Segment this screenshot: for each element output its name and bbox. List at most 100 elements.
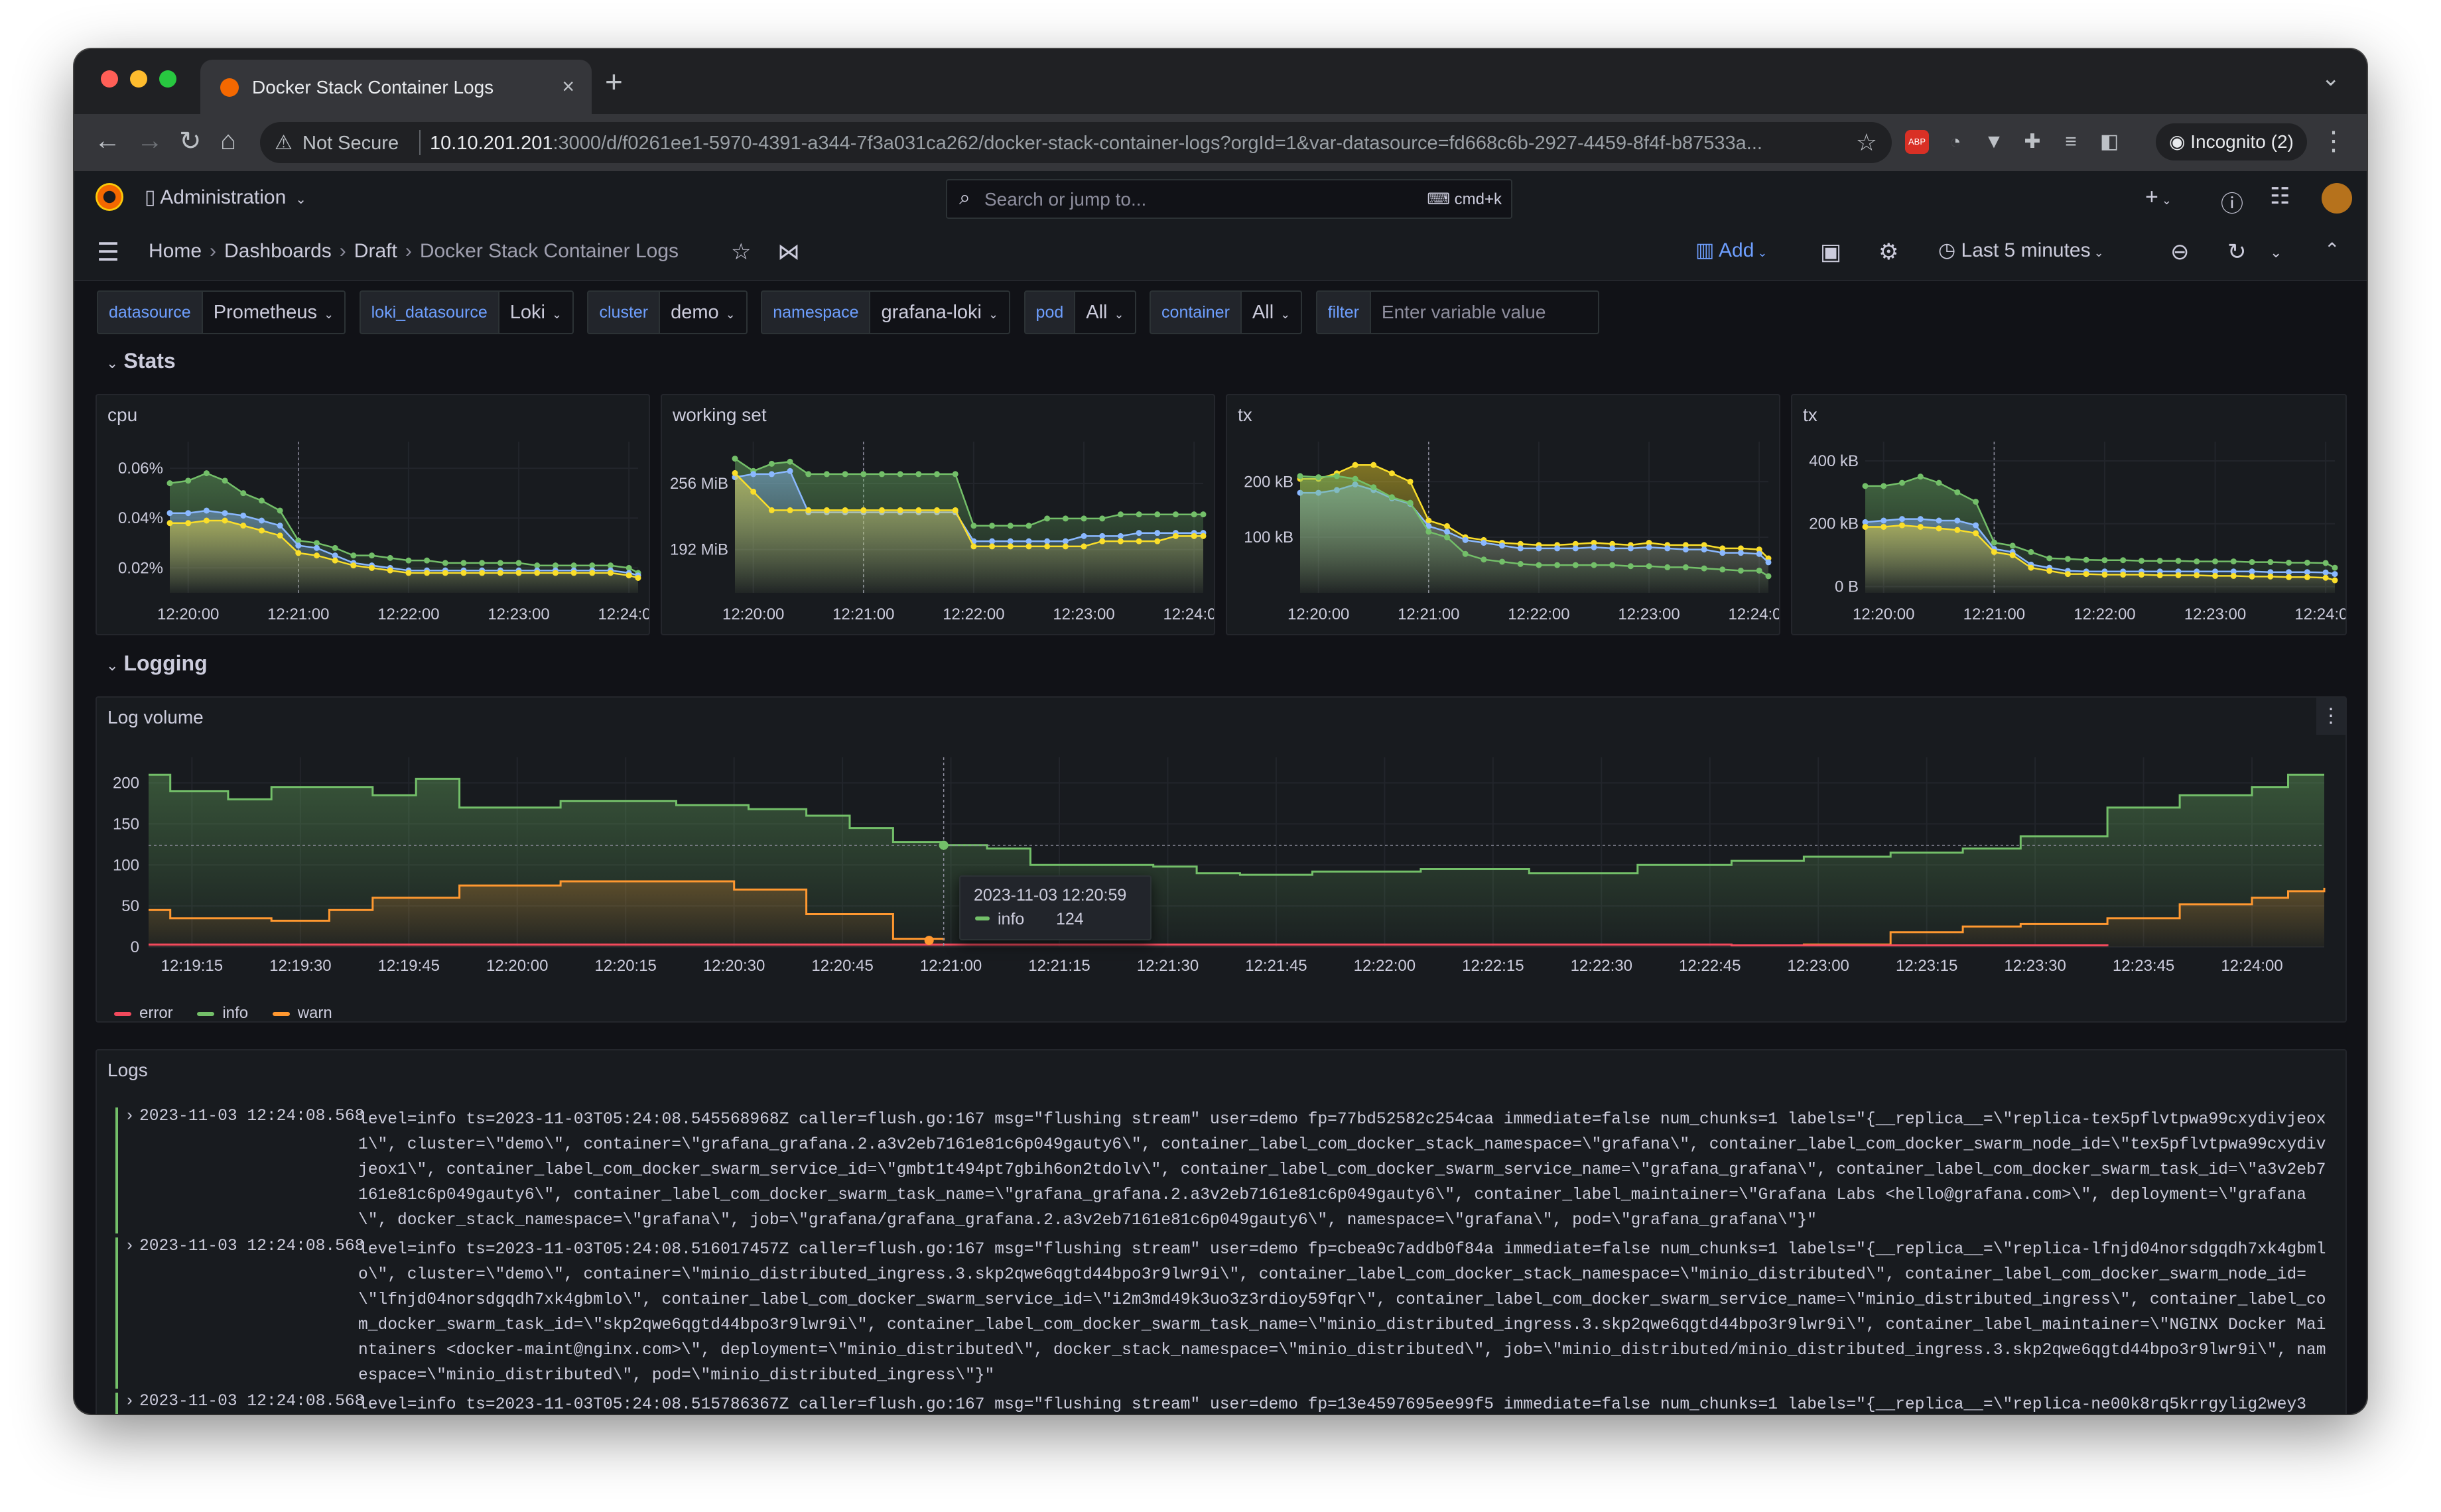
user-avatar[interactable] — [2322, 183, 2352, 214]
collapse-chevron-up-icon[interactable]: ⌃ — [2324, 239, 2340, 261]
add-button[interactable]: ▥ Add ⌄ — [1695, 239, 1768, 262]
share-icon[interactable]: ⋈ — [777, 239, 800, 265]
settings-gear-icon[interactable]: ⚙ — [1879, 239, 1898, 265]
variable-select[interactable]: demo ⌄ — [660, 290, 748, 334]
panel-menu-icon[interactable]: ⋮ — [2316, 698, 2345, 735]
log-volume-panel[interactable]: 12:19:15 12:19:30 12:19:45 12:20:00 12:20:15… — [96, 696, 2347, 1023]
star-dashboard-icon[interactable]: ☆ — [731, 239, 751, 265]
log-row[interactable]: › 2023-11-03 12:24:08.568 level=info ts=20… — [115, 1393, 2327, 1414]
variable-select[interactable]: grafana-loki ⌄ — [870, 290, 1011, 334]
side-panel-icon[interactable]: ◧ — [2097, 130, 2121, 154]
filter-input[interactable]: Enter variable value — [1370, 290, 1599, 334]
data-point — [2101, 572, 2108, 578]
tx-panel[interactable]: tx 100 kB 200 kB 12:20:00 12:21:00 12:22:00 12… — [1226, 394, 1780, 635]
data-point — [1191, 511, 1197, 518]
minimize-window-button[interactable] — [130, 70, 147, 88]
data-point — [2267, 559, 2274, 566]
incognito-profile-button[interactable]: ◉ Incognito (2) — [2156, 123, 2307, 160]
chart-svg: 192 MiB 256 MiB 12:20:00 12:21:00 12:22:00 12… — [670, 442, 1214, 623]
tx-panel-2[interactable]: tx 0 B 200 kB 400 kB 12:20:00 12:21:00 12:22:0… — [1791, 394, 2347, 635]
x-tick-label: 12:20:00 — [1853, 605, 1914, 623]
address-divider — [419, 130, 421, 155]
variable-label: datasource — [97, 290, 203, 334]
menu-icon[interactable]: ☰ — [97, 237, 119, 267]
back-icon[interactable]: ← — [94, 126, 121, 156]
data-point — [1627, 545, 1634, 552]
data-point — [203, 470, 210, 477]
data-point — [1154, 511, 1161, 518]
legend-item-warn[interactable]: warn — [272, 1004, 332, 1023]
data-point — [515, 560, 522, 566]
y-tick-label: 100 — [113, 856, 139, 874]
breadcrumb-home[interactable]: Home — [149, 240, 202, 262]
extensions-puzzle-icon[interactable]: ✚ — [2020, 130, 2044, 154]
home-icon[interactable]: ⌂ — [220, 126, 236, 156]
data-point — [1425, 529, 1432, 535]
refresh-interval-chevron-icon[interactable]: ⌄ — [2270, 244, 2282, 261]
chevron-right-icon[interactable]: › — [125, 1107, 135, 1125]
row-logging[interactable]: ⌄ Logging — [106, 651, 208, 676]
tab-search-icon[interactable]: ⌄ — [2322, 65, 2341, 92]
close-window-button[interactable] — [101, 70, 118, 88]
data-point — [1682, 564, 1689, 570]
data-point — [1682, 546, 1689, 553]
warning-icon[interactable]: ⚠ — [275, 131, 293, 155]
spy-extension-icon[interactable]: ◔ — [1944, 130, 1967, 154]
tab-close-icon[interactable]: × — [562, 74, 574, 99]
admin-menu[interactable]: ▯ Administration ⌄ — [145, 186, 306, 209]
x-tick-label: 12:20:30 — [703, 957, 765, 975]
variable-value: Loki — [509, 302, 545, 323]
variable-select[interactable]: Prometheus ⌄ — [202, 290, 346, 334]
reading-list-icon[interactable]: ≡ — [2059, 130, 2083, 154]
adblock-extension-icon[interactable]: ABP — [1905, 130, 1929, 154]
working-set-panel[interactable]: working set 192 MiB 256 MiB 12:20:00 12:21:0… — [661, 394, 1215, 635]
grafana-favicon-icon — [220, 78, 239, 97]
refresh-icon[interactable]: ↻ — [2227, 239, 2247, 265]
browser-tab[interactable]: Docker Stack Container Logs × — [200, 60, 592, 114]
breadcrumb-draft[interactable]: Draft — [354, 240, 397, 262]
maximize-window-button[interactable] — [159, 70, 176, 88]
url-text[interactable]: 10.10.201.201:3000/d/f0261ee1-5970-4391-… — [430, 133, 1843, 155]
chevron-right-icon[interactable]: › — [125, 1237, 135, 1255]
time-picker-button[interactable]: ◷ Last 5 minutes ⌄ — [1938, 239, 2104, 262]
data-point — [313, 552, 320, 559]
help-icon[interactable]: ⓘ — [2221, 186, 2243, 218]
browser-menu-icon[interactable]: ⋮ — [2320, 126, 2347, 157]
legend-item-error[interactable]: error — [114, 1004, 173, 1023]
variable-select[interactable]: All ⌄ — [1075, 290, 1136, 334]
new-tab-button[interactable]: + — [605, 64, 623, 99]
bookmark-star-icon[interactable]: ☆ — [1856, 129, 1877, 157]
reload-icon[interactable]: ↻ — [179, 126, 202, 157]
zoom-out-icon[interactable]: ⊖ — [2170, 239, 2190, 265]
vue-extension-icon[interactable]: ▼ — [1982, 130, 2006, 154]
data-point — [2009, 552, 2016, 558]
data-point — [1044, 538, 1051, 544]
x-tick-label: 12:24:00 — [598, 605, 649, 623]
chevron-right-icon[interactable]: › — [125, 1393, 135, 1411]
data-point — [768, 460, 775, 467]
search-input[interactable]: ⌕ Search or jump to... ⌨ cmd+k — [946, 179, 1512, 219]
log-row[interactable]: › 2023-11-03 12:24:08.568 level=info ts=20… — [115, 1107, 2327, 1233]
legend-item-info[interactable]: info — [197, 1004, 248, 1023]
breadcrumb-dashboards[interactable]: Dashboards — [224, 240, 332, 262]
variable-select[interactable]: Loki ⌄ — [499, 290, 574, 334]
new-plus-icon[interactable]: + ⌄ — [2145, 184, 2172, 210]
news-feed-icon[interactable]: ☷ — [2270, 183, 2290, 210]
x-tick-label: 12:21:00 — [1398, 605, 1459, 623]
cpu-panel[interactable]: cpu 0.02% 0.04% 0.06% 12:20:00 12:21:00 12:22:… — [96, 394, 650, 635]
data-point — [2249, 573, 2255, 580]
data-point — [1136, 538, 1142, 544]
row-title: Stats — [123, 349, 176, 373]
forward-icon[interactable]: → — [137, 126, 163, 156]
variable-select[interactable]: All ⌄ — [1241, 290, 1303, 334]
save-icon[interactable]: ▣ — [1820, 239, 1841, 265]
breadcrumb: Home › Dashboards › Draft › Docker Stack Conta… — [149, 240, 679, 263]
chevron-down-icon: ⌄ — [725, 308, 736, 321]
security-label[interactable]: Not Secure — [302, 133, 399, 155]
chevron-down-icon: ⌄ — [1280, 308, 1291, 321]
grafana-logo-icon[interactable] — [96, 183, 123, 211]
x-tick-label: 12:23:15 — [1896, 957, 1957, 975]
log-row[interactable]: › 2023-11-03 12:24:08.568 level=info ts=20… — [115, 1237, 2327, 1389]
address-bar[interactable]: ⚠ Not Secure 10.10.201.201:3000/d/f0261e… — [260, 122, 1892, 163]
row-stats[interactable]: ⌄ Stats — [106, 349, 176, 373]
